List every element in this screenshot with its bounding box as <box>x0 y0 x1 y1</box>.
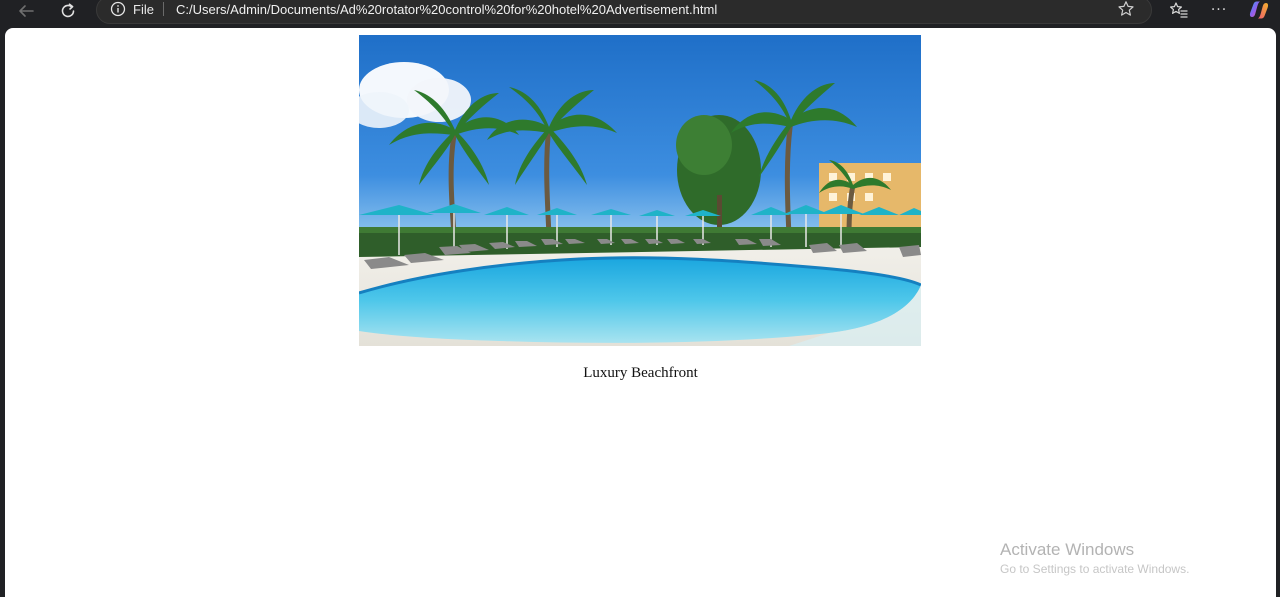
more-options-button[interactable]: ··· <box>1206 0 1232 20</box>
refresh-icon <box>61 3 75 18</box>
watermark-title: Activate Windows <box>1000 540 1135 559</box>
back-arrow-icon <box>19 5 34 17</box>
site-scheme-label[interactable]: File <box>133 2 154 17</box>
address-divider <box>163 2 164 16</box>
windows-activation-watermark: Activate Windows Go to Settings to activ… <box>1000 540 1189 576</box>
ad-rotator-image[interactable] <box>359 35 921 346</box>
address-bar[interactable]: File C:/Users/Admin/Documents/Ad%20rotat… <box>96 0 1152 24</box>
ad-caption: Luxury Beachfront <box>583 365 698 381</box>
window-edge <box>1276 28 1280 597</box>
watermark-subtitle: Go to Settings to activate Windows. <box>1000 562 1190 576</box>
copilot-icon <box>1249 1 1269 19</box>
hotel-pool-photo <box>359 35 921 346</box>
star-icon[interactable] <box>1117 0 1135 22</box>
favorites-button[interactable] <box>1166 0 1192 20</box>
url-text[interactable]: C:/Users/Admin/Documents/Ad%20rotator%20… <box>176 2 717 17</box>
refresh-button[interactable] <box>55 0 81 22</box>
back-button[interactable] <box>13 0 39 22</box>
info-icon[interactable] <box>110 1 126 21</box>
copilot-button[interactable] <box>1246 0 1272 20</box>
browser-toolbar: File C:/Users/Admin/Documents/Ad%20rotat… <box>0 0 1280 27</box>
page-viewport: Luxury Beachfront <box>5 28 1276 597</box>
favorites-list-icon <box>1170 2 1188 18</box>
